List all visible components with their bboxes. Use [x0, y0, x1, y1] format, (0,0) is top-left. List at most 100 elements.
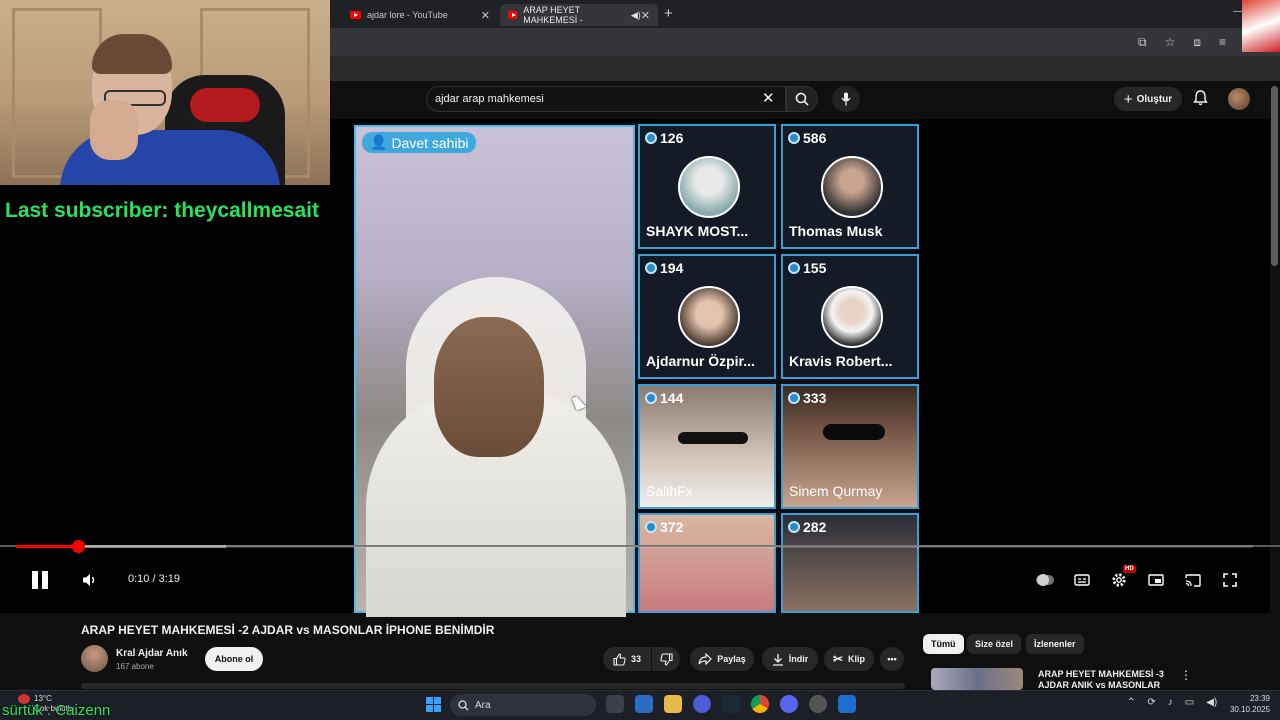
participant-avatar: [821, 286, 883, 348]
browser-tab-bar: ajdar lore - YouTube ✕ ARAP HEYET MAHKEM…: [330, 0, 1280, 28]
tab-ajdar-lore[interactable]: ajdar lore - YouTube ✕: [342, 4, 498, 26]
steam-icon[interactable]: [722, 695, 740, 713]
streamer-hand: [90, 100, 138, 160]
dislike-button[interactable]: [652, 647, 680, 671]
volume-icon[interactable]: [82, 572, 98, 588]
app-icon[interactable]: [838, 695, 856, 713]
participant-count: 282: [788, 519, 826, 535]
fullscreen-icon[interactable]: [1221, 571, 1239, 589]
thumbs-up-icon: [613, 652, 626, 666]
participant-tile: 333 Sinem Qurmay: [781, 384, 919, 509]
bookmark-star-icon[interactable]: ☆: [1165, 35, 1176, 50]
search-input[interactable]: ajdar arap mahkemesi: [426, 86, 786, 112]
participant-count: 194: [645, 260, 683, 276]
participant-name: SalihFx: [646, 483, 693, 499]
participant-count: 586: [788, 130, 826, 146]
install-app-icon[interactable]: ⧉: [1138, 35, 1147, 50]
search-button[interactable]: [786, 86, 818, 112]
channel-avatar[interactable]: [81, 645, 108, 672]
participant-count: 144: [645, 390, 683, 406]
chip-for-you[interactable]: Size özel: [967, 634, 1022, 654]
participant-tile: 372: [638, 513, 776, 613]
address-bar: ⧉ ☆ ⧈ ≡: [330, 28, 1280, 56]
plus-icon: +: [1123, 90, 1133, 108]
youtube-icon: [508, 11, 518, 19]
task-view-icon[interactable]: [606, 695, 624, 713]
chip-all[interactable]: Tümü: [923, 634, 964, 654]
recommended-thumbnail[interactable]: [931, 668, 1023, 690]
thumbs-down-icon: [659, 652, 673, 666]
subscribe-button[interactable]: Abone ol: [205, 647, 263, 671]
subtitles-icon[interactable]: [1073, 571, 1091, 589]
participant-tile: 126 SHAYK MOST...: [638, 124, 776, 249]
time-display: 0:10 / 3:19: [128, 573, 180, 585]
viewer-icon: [645, 392, 657, 404]
host-badge: 👤 Davet sahibi: [362, 132, 477, 153]
sunglasses: [823, 424, 885, 440]
streamer-hair: [92, 34, 172, 74]
app-icon[interactable]: [809, 695, 827, 713]
page-scrollbar[interactable]: [1271, 86, 1278, 266]
windows-start-icon[interactable]: [426, 697, 441, 712]
taskbar-clock[interactable]: 23:39 30.10.2025: [1218, 693, 1270, 715]
channel-name[interactable]: Kral Ajdar Anık: [116, 648, 188, 659]
download-button[interactable]: İndir: [762, 647, 818, 671]
more-actions-button[interactable]: •••: [880, 647, 904, 671]
app-icon[interactable]: [693, 695, 711, 713]
participant-tile: 586 Thomas Musk: [781, 124, 919, 249]
media-control-icon[interactable]: ≡: [1219, 35, 1226, 50]
viewer-icon: [645, 262, 657, 274]
download-icon: [772, 653, 783, 666]
kebab-menu-icon[interactable]: ⋮: [1180, 668, 1192, 682]
network-icon[interactable]: ▭: [1185, 697, 1194, 708]
microphone-icon[interactable]: ♪: [1168, 697, 1173, 708]
share-icon: [698, 653, 713, 665]
like-button[interactable]: 33: [603, 647, 651, 671]
participant-tile: 282: [781, 513, 919, 613]
participant-count: 155: [788, 260, 826, 276]
speaker-icon[interactable]: ◀): [1206, 697, 1217, 708]
close-tab-icon[interactable]: ✕: [481, 9, 490, 22]
progress-scrubber[interactable]: [72, 540, 85, 553]
hd-badge: HD: [1123, 565, 1136, 573]
extensions-icon[interactable]: ⧈: [1193, 35, 1201, 50]
person-icon: 👤: [370, 134, 388, 150]
description-box[interactable]: [81, 683, 905, 689]
pause-button[interactable]: [32, 571, 48, 589]
microphone-icon: [841, 92, 851, 106]
like-count: 33: [630, 654, 641, 664]
account-avatar[interactable]: [1228, 88, 1250, 110]
participant-avatar: [678, 286, 740, 348]
create-button[interactable]: + Oluştur: [1114, 87, 1182, 111]
sync-icon[interactable]: ⟳: [1147, 697, 1155, 708]
file-explorer-icon[interactable]: [664, 695, 682, 713]
clock-time: 23:39: [1249, 694, 1270, 703]
participant-name: Thomas Musk: [789, 223, 883, 239]
taskbar-search[interactable]: Ara: [450, 694, 596, 716]
voice-search-button[interactable]: [832, 86, 860, 112]
calculator-icon[interactable]: [635, 695, 653, 713]
share-label: Paylaş: [717, 654, 746, 664]
tab-arap-heyet[interactable]: ARAP HEYET MAHKEMESİ - ◀) ✕: [500, 4, 658, 26]
speaker-icon[interactable]: ◀): [631, 10, 641, 21]
recommended-title[interactable]: ARAP HEYET MAHKEMESİ -3 AJDAR ANIK vs MA…: [1038, 669, 1168, 689]
new-tab-button[interactable]: +: [664, 5, 673, 22]
cast-icon[interactable]: [1184, 571, 1202, 589]
download-label: İndir: [788, 654, 809, 664]
autoplay-toggle[interactable]: [1036, 571, 1054, 589]
miniplayer-icon[interactable]: [1147, 571, 1165, 589]
chevron-up-icon[interactable]: ⌃: [1127, 697, 1135, 708]
notifications-bell-icon[interactable]: [1193, 90, 1208, 106]
clear-search-icon[interactable]: ✕: [762, 89, 775, 107]
host-face: [434, 317, 544, 457]
discord-icon[interactable]: [780, 695, 798, 713]
video-title: ARAP HEYET MAHKEMESİ -2 AJDAR vs MASONLA…: [81, 623, 495, 637]
close-tab-icon[interactable]: ✕: [641, 9, 650, 22]
tab-label: ajdar lore - YouTube: [367, 10, 448, 20]
clock-date: 30.10.2025: [1229, 705, 1270, 714]
chrome-icon[interactable]: [751, 695, 769, 713]
chip-watched[interactable]: İzlenenler: [1026, 634, 1084, 654]
settings-gear-icon[interactable]: [1110, 571, 1128, 589]
clip-button[interactable]: ✂ Klip: [824, 647, 874, 671]
share-button[interactable]: Paylaş: [690, 647, 754, 671]
